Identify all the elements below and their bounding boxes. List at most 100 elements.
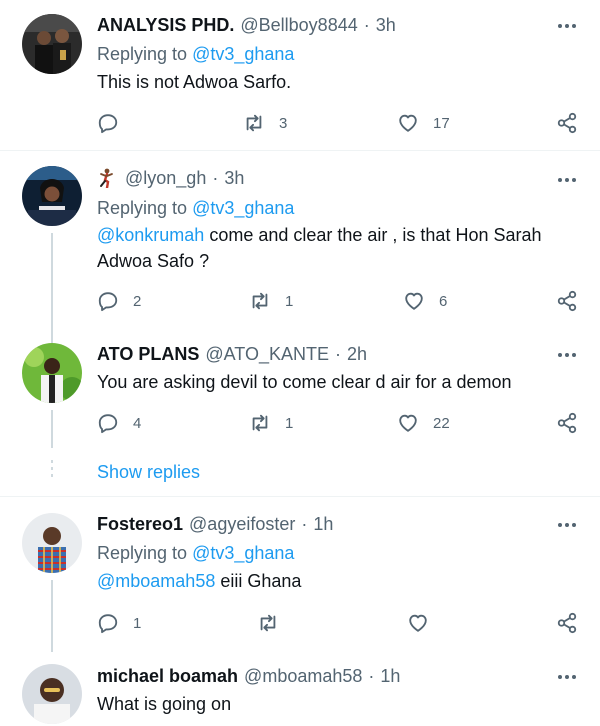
share-button[interactable] [556,410,578,436]
like-button[interactable]: 6 [403,288,447,314]
like-button[interactable] [407,610,443,636]
replying-to-label: Replying to [97,543,188,563]
display-name[interactable]: ATO PLANS [97,342,199,366]
more-options-icon[interactable] [556,16,578,36]
reply-icon [98,292,118,312]
replying-to: Replying to @tv3_ghana [97,196,294,220]
retweet-button[interactable] [257,610,293,636]
share-button[interactable] [556,110,578,136]
retweet-icon [252,414,268,432]
mention-link[interactable]: @mboamah58 [97,571,215,591]
reply-icon [98,114,118,134]
replying-to-link[interactable]: @tv3_ghana [192,198,294,218]
reply-button[interactable]: 2 [97,288,141,314]
share-button[interactable] [556,288,578,314]
tweet-header: ATO PLANS @ATO_KANTE · 2h [97,342,367,366]
like-count: 17 [433,114,450,132]
retweet-button[interactable]: 1 [249,410,293,436]
tweet-text-line: come and clear the air , is that Hon Sar… [204,225,542,245]
replying-to-link[interactable]: @tv3_ghana [192,44,294,64]
avatar[interactable] [22,166,82,226]
share-button[interactable] [556,610,578,636]
share-icon [557,612,577,634]
tweet-actions: 2 1 6 [97,288,587,314]
tweet-michael-boamah: michael boamah @mboamah58 · 1h What is g… [0,652,600,726]
tweet-text: @mboamah58 eiii Ghana [97,568,577,594]
more-options-icon[interactable] [556,345,578,365]
tweet-header: michael boamah @mboamah58 · 1h [97,664,400,688]
tweet-text: What is going on [97,694,232,714]
avatar[interactable] [22,513,82,573]
tweet-header: @lyon_gh · 3h [97,166,244,190]
like-count: 6 [439,292,448,310]
avatar[interactable] [22,14,82,74]
replying-to-link[interactable]: @tv3_ghana [192,543,294,563]
timestamp[interactable]: 1h [313,512,333,536]
user-handle[interactable]: @mboamah58 [244,664,362,688]
avatar[interactable] [22,664,82,724]
display-name[interactable]: michael boamah [97,664,238,688]
tweet-actions: 3 17 [97,110,587,136]
reply-icon [98,414,118,434]
tweet-text: You are asking devil to come clear d air… [97,372,512,392]
mention-link[interactable]: @konkrumah [97,225,204,245]
tweet-actions: 4 1 22 [97,410,587,436]
reply-count: 4 [133,414,142,432]
retweet-count: 1 [285,414,294,432]
like-button[interactable]: 17 [397,110,450,136]
separator: · [212,168,219,188]
tweet-text: This is not Adwoa Sarfo. [97,72,292,92]
user-handle[interactable]: @agyeifoster [189,512,295,536]
user-handle[interactable]: @ATO_KANTE [205,342,329,366]
share-icon [557,290,577,312]
timestamp[interactable]: 3h [376,13,396,37]
separator: · [301,514,308,534]
replying-to: Replying to @tv3_ghana [97,541,294,565]
user-handle[interactable]: @Bellboy8844 [240,13,357,37]
display-name[interactable]: ANALYSIS PHD. [97,13,234,37]
share-icon [557,112,577,134]
reply-button[interactable] [97,110,133,136]
separator: · [363,15,370,35]
heart-icon [399,114,417,132]
tweet-lyon-gh: @lyon_gh · 3h Replying to @tv3_ghana @ko… [0,151,600,343]
retweet-count: 3 [279,114,288,132]
tweet-header: ANALYSIS PHD. @Bellboy8844 · 3h [97,13,396,37]
thread-dots [51,460,53,481]
replying-to-label: Replying to [97,198,188,218]
more-options-icon[interactable] [556,667,578,687]
like-button[interactable]: 22 [397,410,450,436]
reply-count: 1 [133,614,142,632]
retweet-count: 1 [285,292,294,310]
reply-icon [98,614,118,634]
timestamp[interactable]: 3h [224,166,244,190]
separator: · [368,666,375,686]
replying-to: Replying to @tv3_ghana [97,42,294,66]
dancing-figure-icon [100,168,113,188]
reply-button[interactable]: 1 [97,610,141,636]
display-name[interactable]: Fostereo1 [97,512,183,536]
retweet-button[interactable]: 3 [243,110,287,136]
tweet-text-line: Adwoa Safo ? [97,251,210,271]
heart-icon [399,414,417,432]
more-options-icon[interactable] [556,515,578,535]
retweet-button[interactable]: 1 [249,288,293,314]
show-replies-link[interactable]: Show replies [97,460,200,484]
more-options-icon[interactable] [556,170,578,190]
replying-to-label: Replying to [97,44,188,64]
heart-icon [409,614,427,632]
avatar[interactable] [22,343,82,403]
retweet-icon [246,114,262,132]
thread-connector [51,580,53,652]
timestamp[interactable]: 2h [347,342,367,366]
user-handle[interactable]: @lyon_gh [125,166,206,190]
share-icon [557,412,577,434]
reply-button[interactable]: 4 [97,410,141,436]
tweet-text: @konkrumah come and clear the air , is t… [97,222,577,274]
reply-count: 2 [133,292,142,310]
timestamp[interactable]: 1h [380,664,400,688]
separator: · [334,344,341,364]
heart-icon [405,292,423,310]
tweet-analysis-phd: ANALYSIS PHD. @Bellboy8844 · 3h Replying… [0,0,600,150]
tweet-header: Fostereo1 @agyeifoster · 1h [97,512,333,536]
